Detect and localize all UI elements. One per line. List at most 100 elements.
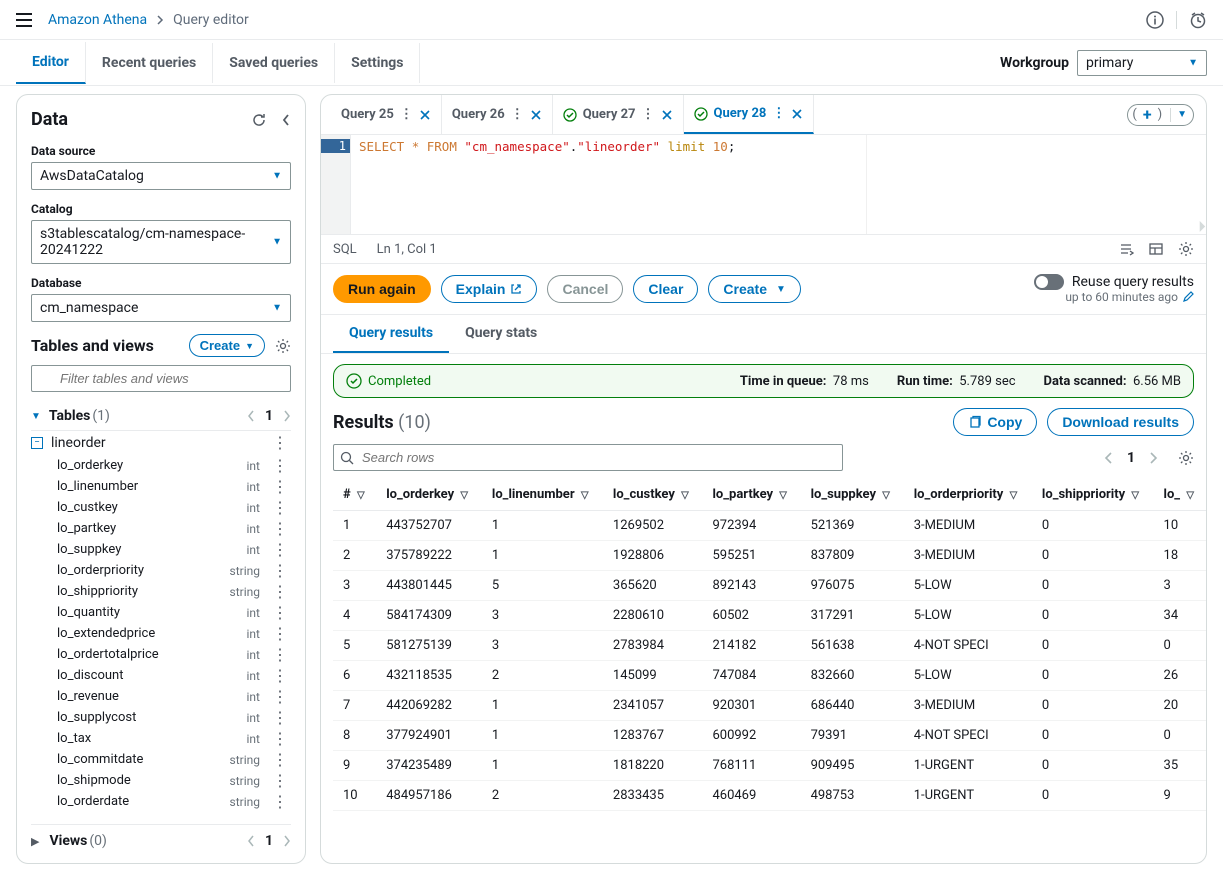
cell: 1283767 [603,721,703,751]
layout-icon[interactable] [1148,241,1164,257]
column-menu-icon[interactable]: ⋮ [268,521,291,537]
caret-down-icon[interactable]: ▼ [1175,109,1193,120]
workgroup-select[interactable]: primary [1077,50,1207,76]
prev-page-icon[interactable] [247,835,255,847]
data-source-select[interactable]: AwsDataCatalog [31,162,291,190]
tab-query-stats[interactable]: Query stats [449,315,553,353]
sort-icon[interactable]: ▽ [681,490,689,501]
clock-icon[interactable] [1189,11,1207,29]
column-menu-icon[interactable]: ⋮ [268,563,291,579]
column-header[interactable]: lo_orderkey ▽ [376,479,482,511]
create-button[interactable]: Create [189,334,265,357]
column-menu-icon[interactable]: ⋮ [268,773,291,789]
edit-icon[interactable] [1182,291,1194,303]
tab-menu-icon[interactable]: ⋮ [400,107,413,122]
database-select[interactable]: cm_namespace [31,294,291,322]
search-rows-input[interactable] [333,444,843,471]
table-menu-icon[interactable]: ⋮ [268,435,291,451]
close-icon[interactable] [661,109,673,121]
column-row: lo_partkeyint⋮ [31,518,291,539]
caret-down-icon[interactable]: ▼ [31,411,41,422]
sort-icon[interactable]: ▽ [882,490,890,501]
cell: 0 [1154,721,1206,751]
prev-page-icon[interactable] [1104,451,1113,465]
tab-editor[interactable]: Editor [16,42,86,84]
sort-icon[interactable]: ▽ [1131,490,1139,501]
filter-tables-input[interactable] [31,365,291,392]
column-menu-icon[interactable]: ⋮ [268,479,291,495]
refresh-icon[interactable] [251,112,267,128]
query-tab[interactable]: Query 25⋮ [331,95,442,134]
add-query-tab[interactable]: ( + ) ▼ [1127,104,1194,126]
next-page-icon[interactable] [283,835,291,847]
close-icon[interactable] [419,109,431,121]
gear-icon[interactable] [275,338,291,354]
download-button[interactable]: Download results [1047,408,1194,436]
tab-settings[interactable]: Settings [335,43,420,83]
create-dropdown-button[interactable]: Create [708,275,801,303]
column-menu-icon[interactable]: ⋮ [268,668,291,684]
column-header[interactable]: lo_linenumber ▽ [482,479,603,511]
sort-icon[interactable]: ▽ [581,490,589,501]
menu-icon[interactable] [16,13,32,27]
next-page-icon[interactable] [1149,451,1158,465]
column-type: int [247,711,260,725]
column-menu-icon[interactable]: ⋮ [268,500,291,516]
cancel-button[interactable]: Cancel [547,275,623,303]
column-menu-icon[interactable]: ⋮ [268,605,291,621]
close-icon[interactable] [530,109,542,121]
column-header[interactable]: lo_orderpriority ▽ [904,479,1032,511]
prev-page-icon[interactable] [247,410,255,422]
collapse-icon[interactable] [281,113,291,127]
plus-icon[interactable]: + [1141,105,1154,124]
gear-icon[interactable] [1178,450,1194,466]
column-header[interactable]: lo_partkey ▽ [702,479,800,511]
tab-menu-icon[interactable]: ⋮ [511,107,524,122]
column-menu-icon[interactable]: ⋮ [268,647,291,663]
cell: 1 [482,511,603,541]
column-menu-icon[interactable]: ⋮ [268,542,291,558]
sort-icon[interactable]: ▽ [1010,490,1018,501]
close-icon[interactable] [791,108,803,120]
column-header[interactable]: lo_shippriority ▽ [1032,479,1154,511]
column-menu-icon[interactable]: ⋮ [268,689,291,705]
clear-button[interactable]: Clear [633,275,698,303]
column-menu-icon[interactable]: ⋮ [268,626,291,642]
sort-icon[interactable]: ▽ [460,490,468,501]
tab-menu-icon[interactable]: ⋮ [772,106,785,121]
tab-saved-queries[interactable]: Saved queries [213,43,335,83]
query-tab[interactable]: Query 28⋮ [684,95,815,134]
breadcrumb-service[interactable]: Amazon Athena [48,12,147,28]
column-menu-icon[interactable]: ⋮ [268,752,291,768]
copy-button[interactable]: Copy [953,408,1037,436]
tab-recent-queries[interactable]: Recent queries [86,43,213,83]
run-button[interactable]: Run again [333,275,431,303]
column-header[interactable]: lo_suppkey ▽ [801,479,904,511]
next-page-icon[interactable] [283,410,291,422]
sort-icon[interactable]: ▽ [357,490,365,501]
column-menu-icon[interactable]: ⋮ [268,731,291,747]
sort-icon[interactable]: ▽ [1186,490,1194,501]
table-name[interactable]: lineorder [51,435,268,451]
gear-icon[interactable] [1178,241,1194,257]
explain-button[interactable]: Explain [441,275,538,303]
column-menu-icon[interactable]: ⋮ [268,458,291,474]
catalog-select[interactable]: s3tablescatalog/cm-namespace-20241222 [31,220,291,264]
collapse-table-icon[interactable]: − [31,437,43,449]
info-icon[interactable] [1146,11,1164,29]
caret-right-icon[interactable]: ▶ [31,835,39,848]
column-header[interactable]: lo_custkey ▽ [603,479,703,511]
column-header[interactable]: lo_ ▽ [1154,479,1206,511]
column-header[interactable]: # ▽ [333,479,376,511]
query-tab[interactable]: Query 27⋮ [553,95,684,134]
sort-icon[interactable]: ▽ [779,490,787,501]
query-tab[interactable]: Query 26⋮ [442,95,553,134]
column-menu-icon[interactable]: ⋮ [268,710,291,726]
column-menu-icon[interactable]: ⋮ [268,794,291,810]
sql-editor[interactable]: SELECT * FROM "cm_namespace"."lineorder"… [351,135,1206,234]
format-icon[interactable] [1118,241,1134,257]
tab-menu-icon[interactable]: ⋮ [642,107,655,122]
tab-query-results[interactable]: Query results [333,315,449,353]
reuse-toggle[interactable] [1034,274,1064,290]
column-menu-icon[interactable]: ⋮ [268,584,291,600]
